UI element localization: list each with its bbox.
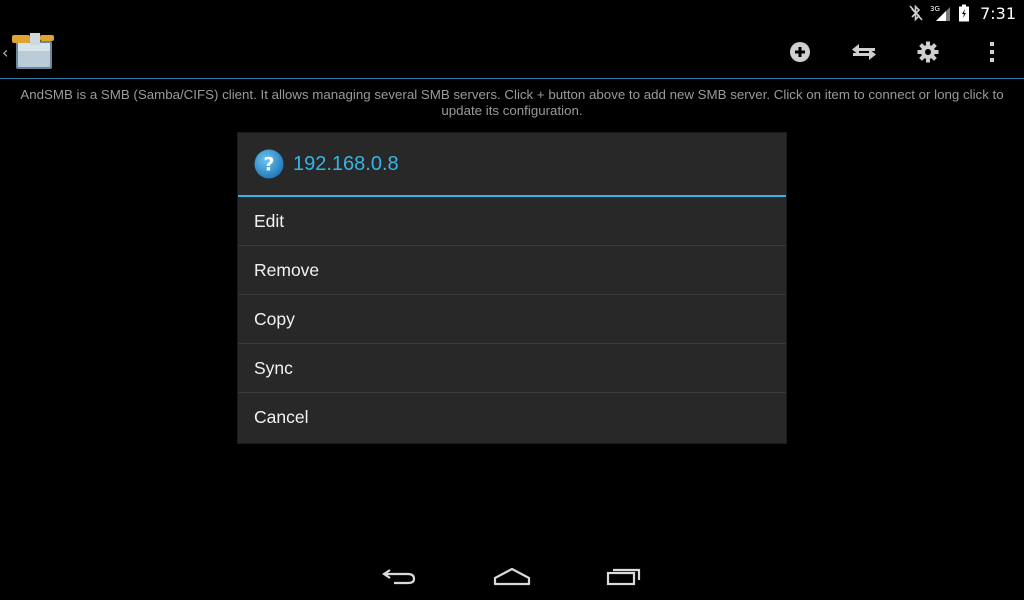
recent-apps-icon xyxy=(606,568,641,586)
signal-icon: 3G xyxy=(930,4,952,22)
dialog-item-remove[interactable]: Remove xyxy=(238,246,786,295)
dialog-item-cancel[interactable]: Cancel xyxy=(238,393,786,442)
bluetooth-off-icon xyxy=(908,4,924,22)
dialog-header: ? 192.168.0.8 xyxy=(238,133,786,197)
recent-apps-button[interactable] xyxy=(596,552,652,600)
svg-text:?: ? xyxy=(263,154,274,176)
action-bar: ‹ xyxy=(0,26,1024,79)
back-icon xyxy=(382,569,416,585)
action-icons xyxy=(768,26,1024,78)
status-bar: 3G 7:31 xyxy=(0,0,1024,26)
screen: 3G 7:31 ‹ AndSMB is a SMB (Samba/CIFS) c… xyxy=(0,0,1024,600)
status-time: 7:31 xyxy=(980,3,1016,23)
dialog-item-sync[interactable]: Sync xyxy=(238,344,786,393)
app-home-button[interactable]: ‹ xyxy=(2,28,58,76)
navigation-bar xyxy=(0,552,1024,600)
add-server-button[interactable] xyxy=(768,26,832,78)
dialog-title: 192.168.0.8 xyxy=(293,152,399,175)
app-description: AndSMB is a SMB (Samba/CIFS) client. It … xyxy=(20,87,1004,118)
back-button[interactable] xyxy=(372,552,428,600)
transfer-icon xyxy=(852,44,876,60)
dialog-item-edit[interactable]: Edit xyxy=(238,197,786,246)
add-server-icon xyxy=(790,42,810,62)
overflow-menu-icon xyxy=(990,42,994,62)
settings-button[interactable] xyxy=(896,26,960,78)
server-options-dialog: ? 192.168.0.8 Edit Remove Copy Sync Canc… xyxy=(238,133,786,443)
network-type-label: 3G xyxy=(930,5,940,13)
dialog-options-list: Edit Remove Copy Sync Cancel xyxy=(238,197,786,442)
overflow-menu-button[interactable] xyxy=(960,26,1024,78)
settings-icon xyxy=(917,41,939,63)
dialog-item-copy[interactable]: Copy xyxy=(238,295,786,344)
question-icon: ? xyxy=(254,149,284,179)
home-button[interactable] xyxy=(484,552,540,600)
battery-icon xyxy=(958,4,970,22)
home-icon xyxy=(493,567,531,586)
transfer-button[interactable] xyxy=(832,26,896,78)
up-caret-icon: ‹ xyxy=(2,42,9,62)
andsmb-app-icon xyxy=(10,27,58,77)
